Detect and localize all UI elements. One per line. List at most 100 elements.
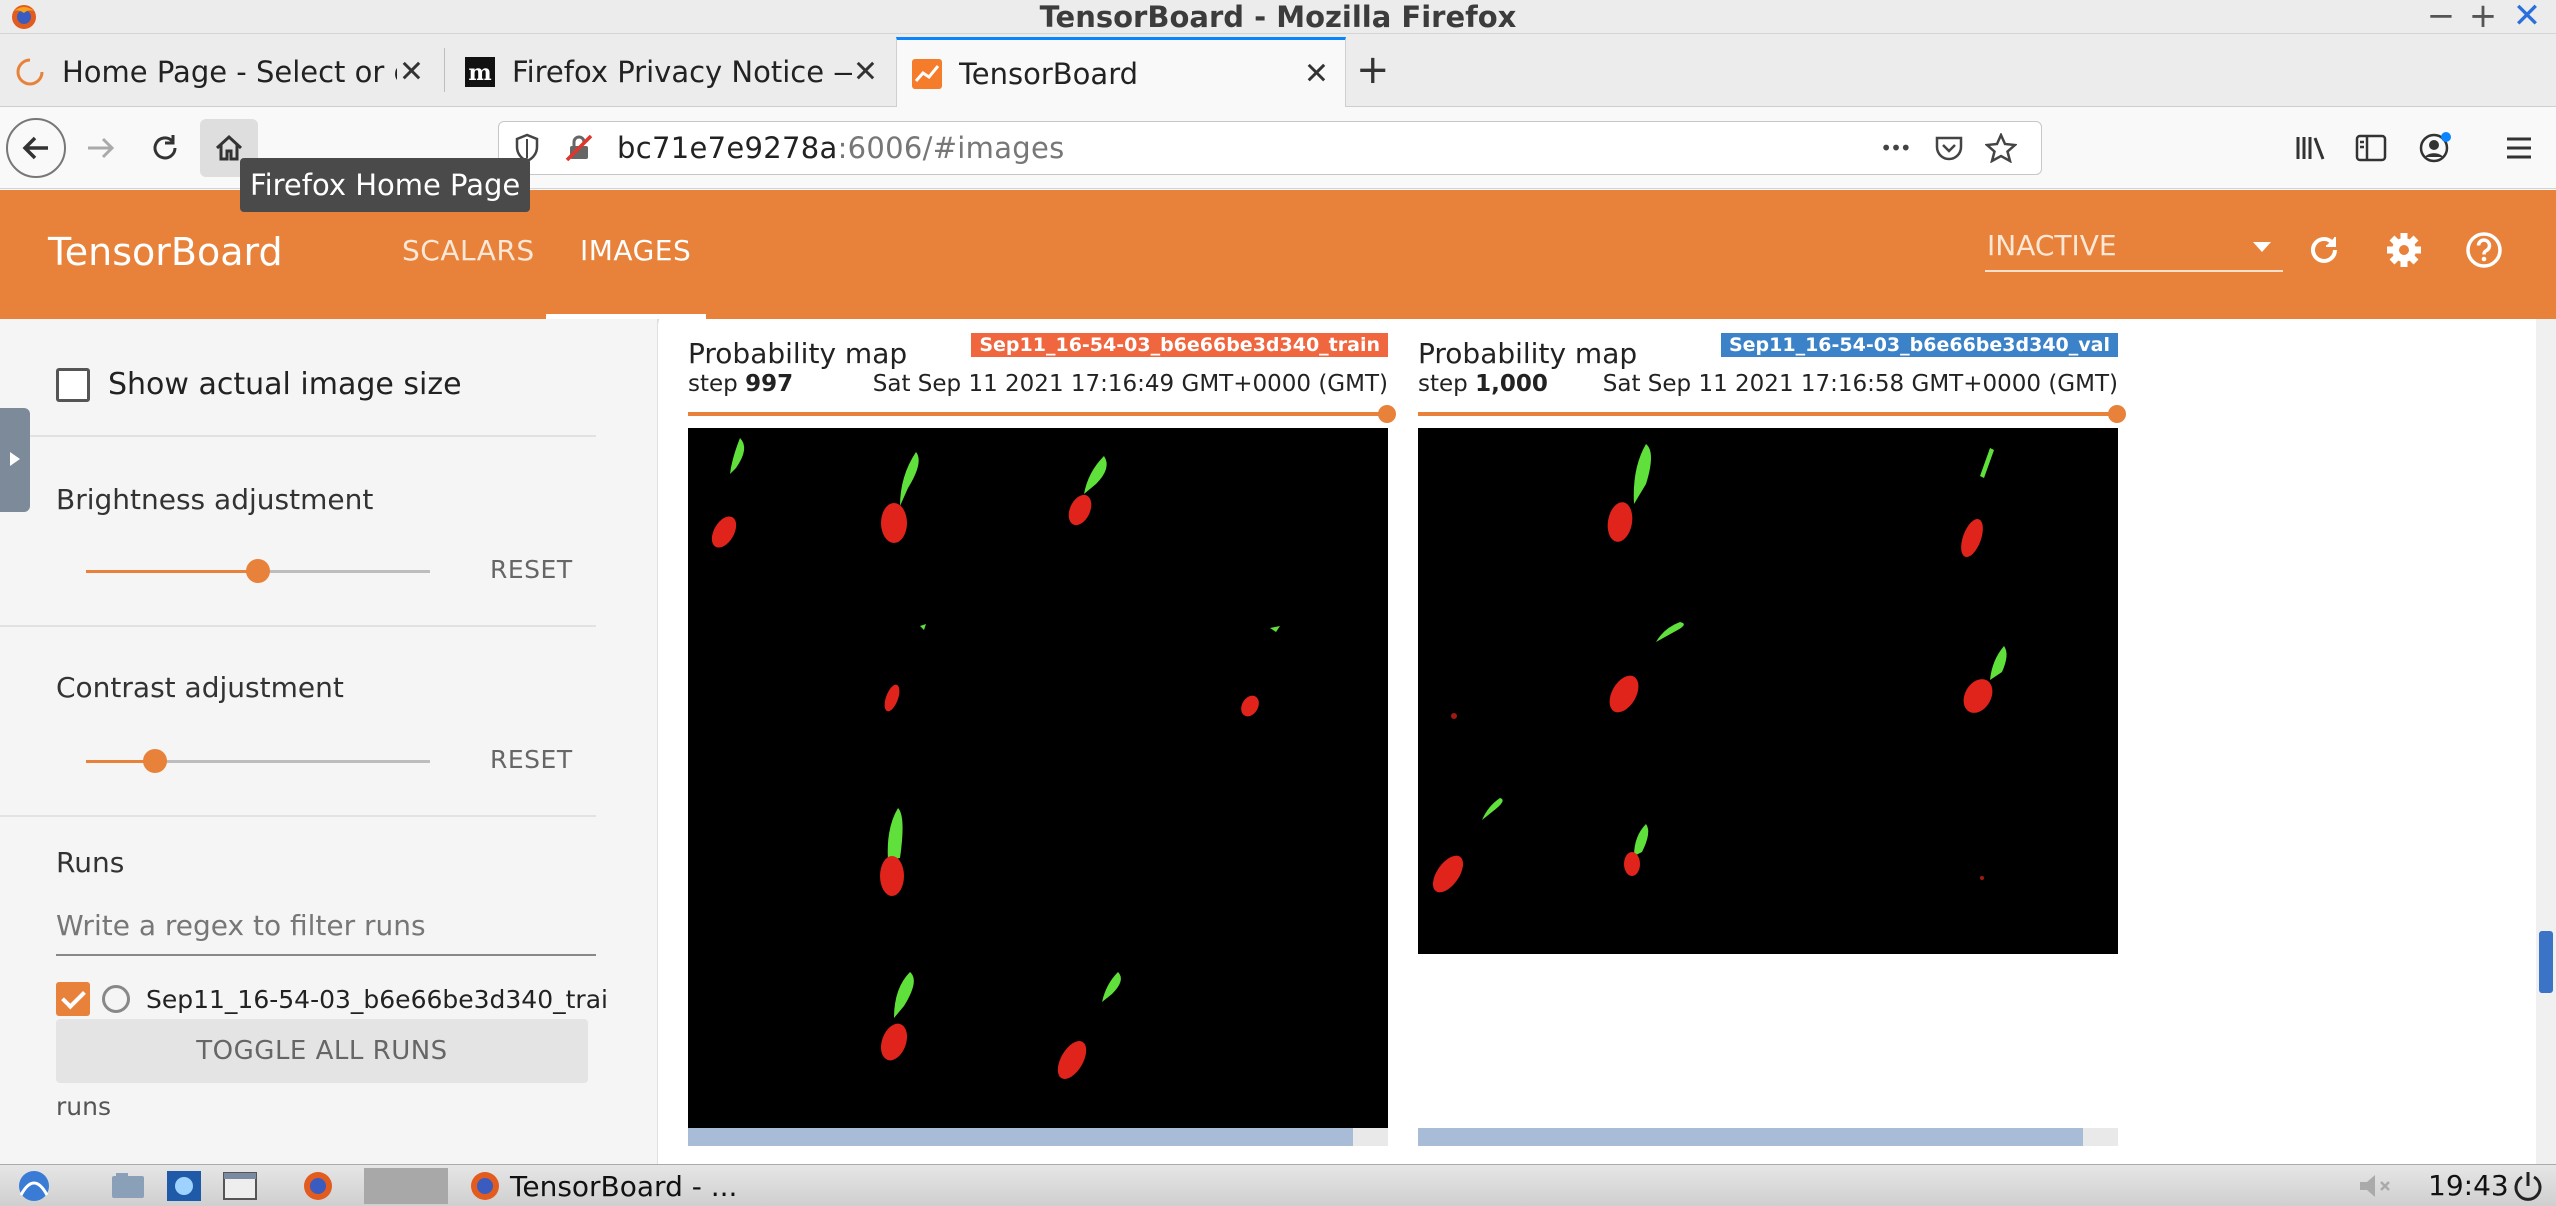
taskbar-window-title: TensorBoard - ... (510, 1169, 738, 1203)
probability-map-image (1418, 428, 2118, 954)
image-horizontal-scrollbar[interactable] (688, 1128, 1388, 1146)
probability-map-image (688, 428, 1388, 1128)
scrollbar-thumb[interactable] (2539, 931, 2553, 993)
menu-button[interactable] (2490, 119, 2548, 177)
sidebar-toggle-button[interactable] (2342, 119, 2400, 177)
checkbox-box[interactable] (56, 367, 90, 402)
taskbar-window-button[interactable]: TensorBoard - ... (468, 1168, 768, 1204)
url-bar[interactable]: bc71e7e9278a:6006/#images ••• (498, 121, 2042, 175)
mozilla-m-icon: m (464, 56, 496, 88)
image-horizontal-scrollbar[interactable] (1418, 1128, 2118, 1146)
back-button[interactable] (6, 118, 66, 178)
power-button[interactable] (2508, 1168, 2548, 1204)
inactive-plugins-dropdown[interactable]: INACTIVE (1985, 226, 2283, 272)
url-text[interactable]: bc71e7e9278a:6006/#images (617, 131, 1065, 165)
run-radio[interactable] (102, 985, 130, 1013)
network-icon (167, 1171, 201, 1201)
close-tab-icon[interactable]: ✕ (1304, 56, 1329, 91)
image-card-val: Sep11_16-54-03_b6e66be3d340_val Probabil… (1418, 319, 2126, 1164)
slider-thumb[interactable] (1378, 405, 1396, 423)
scrollbar-thumb[interactable] (688, 1128, 1353, 1146)
toggle-all-runs-button[interactable]: TOGGLE ALL RUNS (56, 1019, 588, 1083)
tab-home-page[interactable]: Home Page - Select or cr ✕ (0, 40, 440, 103)
run-name: Sep11_16-54-03_b6e66be3d340_trai (146, 984, 608, 1014)
images-dashboard: Sep11_16-54-03_b6e66be3d340_train Probab… (659, 319, 2556, 1164)
step-value: 997 (745, 371, 794, 397)
card-timestamp: Sat Sep 11 2021 17:16:49 GMT+0000 (GMT) (872, 371, 1388, 397)
workspace-indicator[interactable] (364, 1168, 448, 1204)
bookmark-star-icon[interactable] (1983, 130, 2019, 166)
insecure-connection-icon[interactable] (561, 130, 597, 166)
help-icon (2466, 232, 2502, 268)
window-icon (223, 1172, 257, 1200)
page-vertical-scrollbar[interactable] (2536, 319, 2556, 1164)
page-actions-more-icon[interactable]: ••• (1877, 130, 1913, 166)
loading-spinner-icon (14, 56, 46, 88)
dropdown-value: INACTIVE (1987, 229, 2117, 262)
step-label: step (688, 371, 738, 397)
show-actual-size-checkbox[interactable]: Show actual image size (56, 367, 462, 402)
power-icon (2514, 1172, 2542, 1201)
gear-icon (2387, 233, 2421, 267)
slider-thumb[interactable] (142, 749, 167, 773)
tab-strip: Home Page - Select or cr ✕ m Firefox Pri… (0, 34, 2556, 107)
speaker-muted-icon (2360, 1175, 2390, 1197)
window-titlebar: TensorBoard - Mozilla Firefox − + ✕ (0, 0, 2556, 34)
tab-separator (444, 48, 445, 92)
brightness-label: Brightness adjustment (56, 483, 374, 516)
app-launcher-3[interactable] (220, 1168, 260, 1204)
run-tag-badge: Sep11_16-54-03_b6e66be3d340_val (1720, 333, 2118, 357)
run-checkbox[interactable] (56, 982, 90, 1016)
slider-thumb[interactable] (2108, 405, 2126, 423)
step-slider[interactable] (1418, 405, 2126, 423)
tab-firefox-privacy-notice[interactable]: m Firefox Privacy Notice — ✕ (450, 40, 894, 103)
reload-data-button[interactable] (2300, 226, 2348, 274)
brightness-reset-button[interactable]: RESET (490, 555, 573, 584)
step-slider[interactable] (688, 405, 1396, 423)
maximize-button[interactable]: + (2466, 0, 2500, 34)
close-tab-icon[interactable]: ✕ (399, 54, 424, 89)
run-list-item[interactable]: Sep11_16-54-03_b6e66be3d340_trai (56, 979, 616, 1019)
tab-tensorboard[interactable]: TensorBoard ✕ (896, 37, 1346, 107)
minimize-button[interactable]: − (2424, 0, 2458, 34)
contrast-label: Contrast adjustment (56, 671, 344, 704)
contrast-slider[interactable] (86, 749, 430, 773)
slider-fill (86, 570, 258, 573)
firefox-launcher[interactable] (298, 1168, 338, 1204)
scrollbar-thumb[interactable] (1418, 1128, 2083, 1146)
settings-button[interactable] (2380, 226, 2428, 274)
contrast-reset-button[interactable]: RESET (490, 745, 573, 774)
slider-thumb[interactable] (246, 559, 270, 583)
brightness-slider[interactable] (86, 559, 430, 583)
app-launcher-2[interactable] (164, 1168, 204, 1204)
close-tab-icon[interactable]: ✕ (853, 54, 878, 89)
volume-button[interactable] (2356, 1168, 2396, 1204)
help-button[interactable] (2460, 226, 2508, 274)
tab-images[interactable]: IMAGES (580, 234, 691, 267)
account-button[interactable] (2406, 119, 2464, 177)
firefox-icon (471, 1172, 499, 1200)
segmentation-blobs (1432, 444, 2007, 893)
runs-title: Runs (56, 846, 125, 879)
card-step: step 1,000 (1418, 371, 1548, 397)
image-size-section: Show actual image size (0, 319, 596, 437)
file-manager-launcher[interactable] (108, 1168, 148, 1204)
reload-button[interactable] (136, 119, 194, 177)
tensorboard-brand[interactable]: TensorBoard (48, 230, 283, 274)
sidebar-expand-handle[interactable] (0, 408, 30, 512)
library-button[interactable] (2282, 119, 2340, 177)
svg-text:m: m (468, 60, 491, 86)
pocket-icon[interactable] (1931, 130, 1967, 166)
run-tag-badge: Sep11_16-54-03_b6e66be3d340_train (971, 333, 1388, 357)
close-window-button[interactable]: ✕ (2510, 0, 2544, 34)
url-host: bc71e7e9278a (617, 131, 838, 165)
start-menu-button[interactable] (14, 1168, 54, 1204)
tab-title: TensorBoard (959, 56, 1139, 91)
new-tab-button[interactable]: + (1356, 46, 1390, 94)
tab-scalars[interactable]: SCALARS (402, 234, 535, 267)
forward-button[interactable] (72, 119, 130, 177)
sidebar: Show actual image size Brightness adjust… (0, 319, 658, 1164)
segmentation-blobs (711, 438, 1280, 1079)
runs-filter-input[interactable]: Write a regex to filter runs (56, 904, 596, 956)
firefox-icon (304, 1172, 332, 1200)
